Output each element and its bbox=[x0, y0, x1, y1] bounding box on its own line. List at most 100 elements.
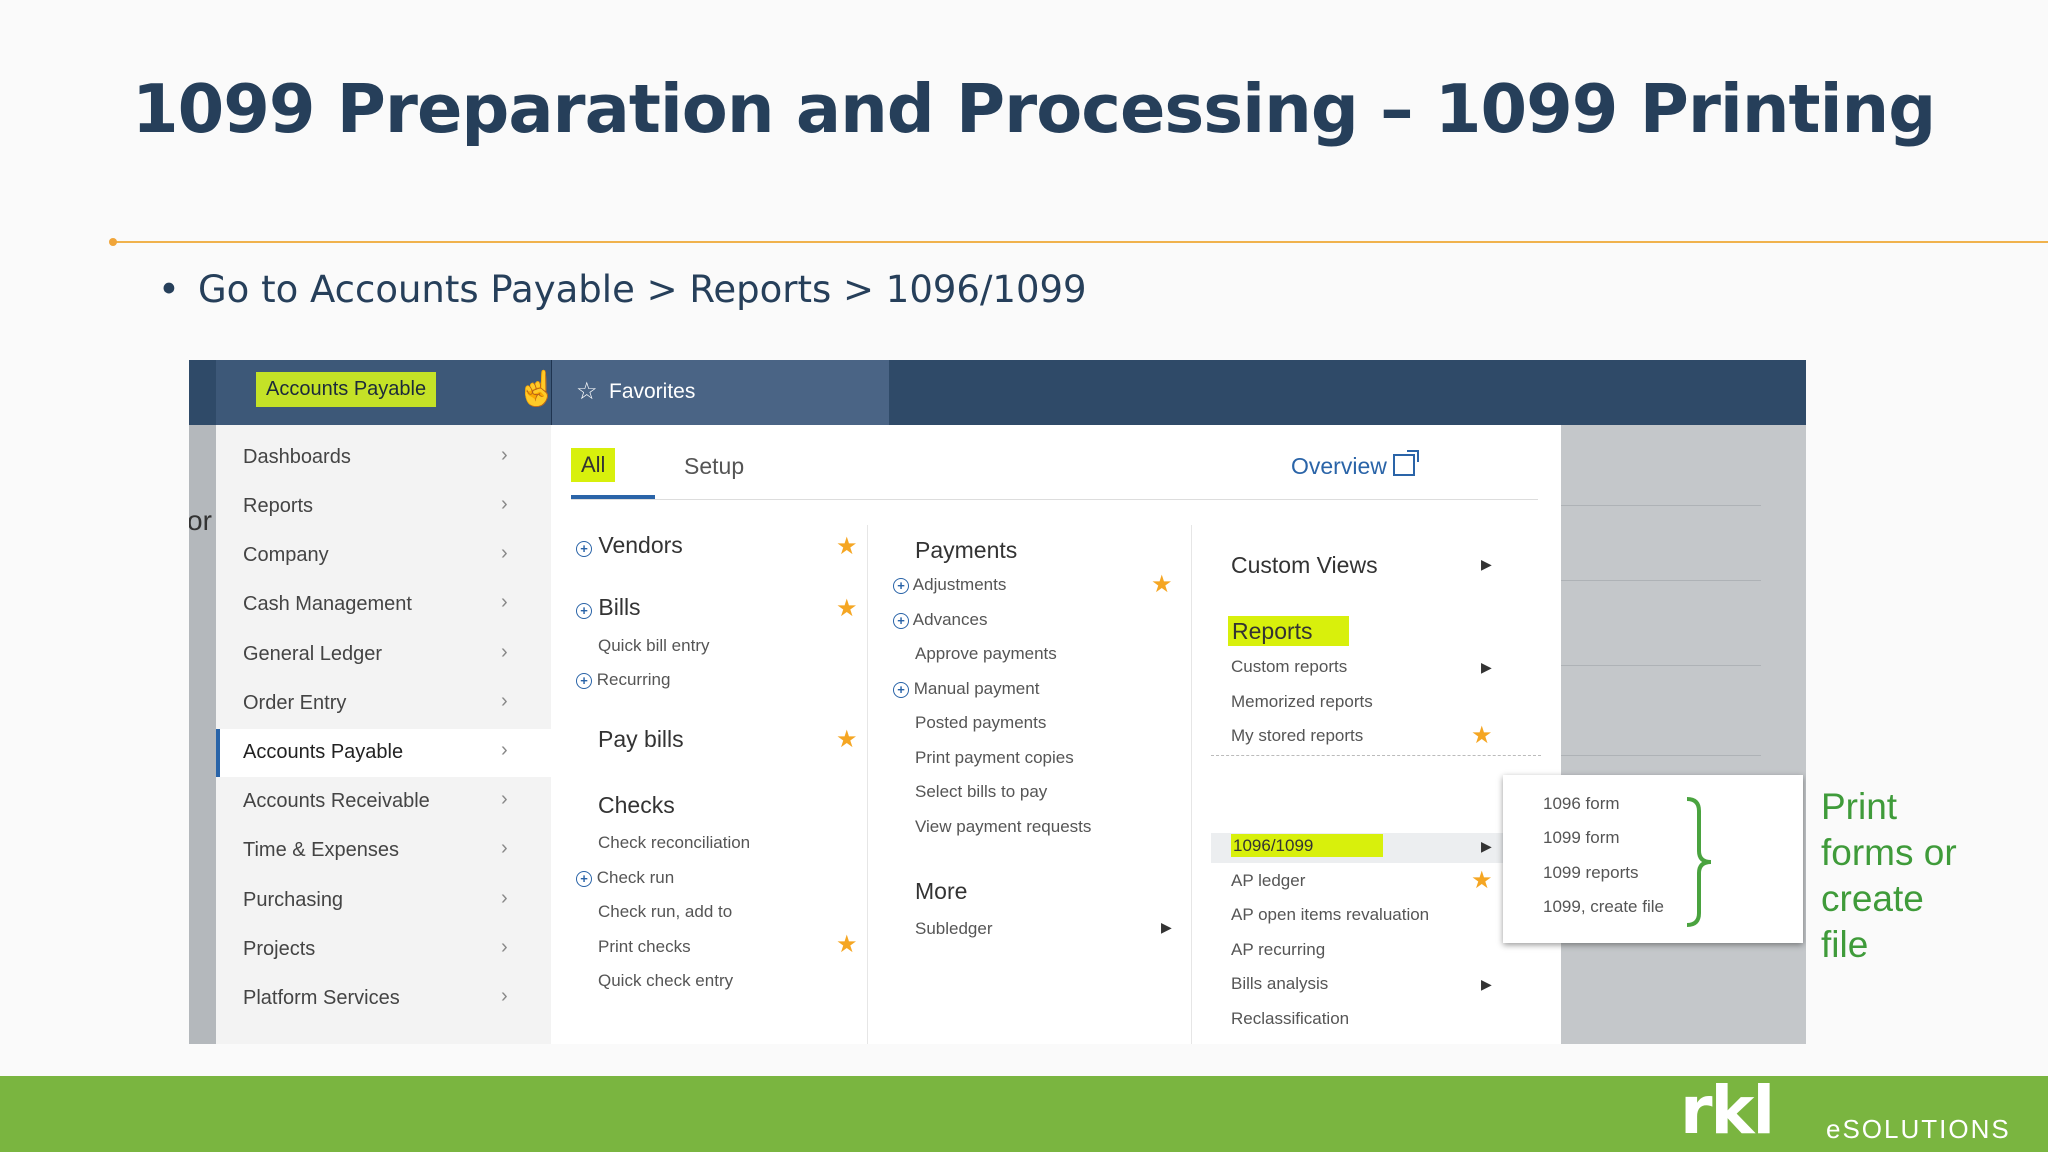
vendors-label: Vendors bbox=[598, 532, 683, 558]
memorized-reports-link[interactable]: Memorized reports bbox=[1231, 692, 1373, 712]
view-payment-requests-link[interactable]: View payment requests bbox=[915, 817, 1091, 837]
menu-item-purchasing[interactable]: Purchasing › bbox=[216, 877, 551, 925]
ap-ledger-link[interactable]: AP ledger bbox=[1231, 871, 1305, 891]
quick-bill-entry-link[interactable]: Quick bill entry bbox=[598, 636, 709, 656]
slide-title: 1099 Preparation and Processing – 1099 P… bbox=[132, 70, 1936, 148]
favorite-star-icon[interactable]: ★ bbox=[1151, 573, 1173, 597]
1099-create-file-link[interactable]: 1099, create file bbox=[1543, 897, 1664, 917]
posted-payments-link[interactable]: Posted payments bbox=[915, 713, 1046, 733]
more-heading: More bbox=[915, 878, 968, 904]
overview-label: Overview bbox=[1291, 453, 1387, 479]
chevron-right-icon: › bbox=[501, 936, 508, 958]
1096-form-link[interactable]: 1096 form bbox=[1543, 794, 1620, 814]
manual-payment-link[interactable]: + Manual payment bbox=[893, 679, 1039, 699]
menu-item-platform-services[interactable]: Platform Services › bbox=[216, 975, 551, 1023]
application-menu: Dashboards › Reports › Company › Cash Manag… bbox=[216, 425, 555, 1044]
chevron-right-icon: › bbox=[501, 837, 508, 859]
custom-reports-link[interactable]: Custom reports bbox=[1231, 657, 1347, 677]
menu-item-label: Company bbox=[243, 544, 329, 566]
menu-item-reports[interactable]: Reports › bbox=[216, 483, 551, 531]
tab-divider bbox=[571, 499, 1538, 500]
subledger-link[interactable]: Subledger bbox=[915, 919, 993, 939]
chevron-right-icon: › bbox=[501, 591, 508, 613]
payments-link[interactable]: Payments bbox=[915, 537, 1017, 564]
quick-check-entry-link[interactable]: Quick check entry bbox=[598, 971, 733, 991]
bills-link[interactable]: + Bills bbox=[576, 594, 641, 621]
ap-open-items-revaluation-link[interactable]: AP open items revaluation bbox=[1231, 905, 1429, 925]
pay-bills-link[interactable]: Pay bills bbox=[598, 726, 684, 753]
reclassification-link[interactable]: Reclassification bbox=[1231, 1009, 1349, 1029]
favorite-star-icon[interactable]: ★ bbox=[1471, 869, 1493, 893]
recurring-label: Recurring bbox=[596, 670, 671, 689]
menu-item-company[interactable]: Company › bbox=[216, 532, 551, 580]
menu-item-label: Dashboards bbox=[243, 446, 351, 468]
chevron-right-icon: › bbox=[501, 641, 508, 663]
advances-label: Advances bbox=[912, 610, 988, 629]
overview-link[interactable]: Overview bbox=[1291, 450, 1419, 480]
favorite-star-icon[interactable]: ★ bbox=[836, 933, 858, 957]
caret-right-icon: ▶ bbox=[1481, 838, 1492, 854]
1099-submenu: 1096 form 1099 form 1099 reports 1099, c… bbox=[1503, 775, 1803, 943]
instruction-bullet: • Go to Accounts Payable > Reports > 1096… bbox=[158, 268, 1087, 311]
1099-form-link[interactable]: 1099 form bbox=[1543, 828, 1620, 848]
menu-item-accounts-receivable[interactable]: Accounts Receivable › bbox=[216, 778, 551, 826]
print-checks-link[interactable]: Print checks bbox=[598, 937, 691, 957]
adjustments-link[interactable]: + Adjustments bbox=[893, 575, 1006, 595]
ap-recurring-link[interactable]: AP recurring bbox=[1231, 940, 1325, 960]
caret-right-icon: ▶ bbox=[1161, 919, 1172, 935]
menu-item-time-expenses[interactable]: Time & Expenses › bbox=[216, 827, 551, 875]
reports-label: Reports bbox=[1228, 616, 1349, 646]
checks-link[interactable]: Checks bbox=[598, 792, 675, 819]
check-run-link[interactable]: + Check run bbox=[576, 868, 674, 888]
print-payment-copies-link[interactable]: Print payment copies bbox=[915, 748, 1074, 768]
chevron-right-icon: › bbox=[501, 887, 508, 909]
favorite-star-icon[interactable]: ★ bbox=[836, 728, 858, 752]
menu-item-label: Reports bbox=[243, 495, 314, 517]
favorites-tab[interactable]: ☆ Favorites bbox=[551, 360, 889, 425]
menu-item-dashboards[interactable]: Dashboards › bbox=[216, 434, 551, 482]
favorite-star-icon[interactable]: ★ bbox=[1471, 724, 1493, 748]
approve-payments-link[interactable]: Approve payments bbox=[915, 644, 1057, 664]
plus-icon: + bbox=[576, 603, 592, 619]
favorite-star-icon[interactable]: ★ bbox=[836, 597, 858, 621]
module-label[interactable]: Accounts Payable bbox=[256, 372, 437, 407]
advances-link[interactable]: + Advances bbox=[893, 610, 987, 630]
1099-reports-link[interactable]: 1099 reports bbox=[1543, 863, 1638, 883]
reports-heading: Reports bbox=[1228, 616, 1349, 646]
menu-item-order-entry[interactable]: Order Entry › bbox=[216, 680, 551, 728]
menu-item-label: Accounts Receivable bbox=[243, 790, 430, 812]
tab-all[interactable]: All bbox=[571, 448, 616, 482]
menu-item-general-ledger[interactable]: General Ledger › bbox=[216, 631, 551, 679]
chevron-right-icon: › bbox=[501, 788, 508, 810]
annotation-line: file bbox=[1821, 924, 1869, 965]
tab-setup[interactable]: Setup bbox=[684, 453, 744, 480]
select-bills-to-pay-link[interactable]: Select bills to pay bbox=[915, 782, 1047, 802]
divider-dot bbox=[109, 238, 117, 246]
my-stored-reports-link[interactable]: My stored reports bbox=[1231, 726, 1363, 746]
custom-views-link[interactable]: Custom Views bbox=[1231, 552, 1378, 579]
background-divider bbox=[1561, 505, 1761, 506]
favorite-star-icon[interactable]: ★ bbox=[836, 535, 858, 559]
chevron-right-icon: › bbox=[501, 444, 508, 466]
1096-1099-link[interactable]: 1096/1099 bbox=[1231, 834, 1384, 857]
check-run-add-to-link[interactable]: Check run, add to bbox=[598, 902, 732, 922]
annotation-line: Print bbox=[1821, 786, 1898, 827]
menu-item-projects[interactable]: Projects › bbox=[216, 926, 551, 974]
plus-icon: + bbox=[893, 578, 909, 594]
menu-item-cash-management[interactable]: Cash Management › bbox=[216, 581, 551, 629]
bills-analysis-link[interactable]: Bills analysis bbox=[1231, 974, 1328, 994]
menu-item-label: Time & Expenses bbox=[243, 839, 399, 861]
title-divider bbox=[112, 241, 2048, 243]
vendors-link[interactable]: + Vendors bbox=[576, 532, 683, 559]
check-reconciliation-link[interactable]: Check reconciliation bbox=[598, 833, 750, 853]
recurring-link[interactable]: + Recurring bbox=[576, 670, 670, 690]
plus-icon: + bbox=[576, 673, 592, 689]
menu-item-accounts-payable[interactable]: Accounts Payable › bbox=[216, 729, 555, 777]
chevron-right-icon: › bbox=[501, 985, 508, 1007]
background-page-right: mplate bbox=[1561, 425, 1806, 1044]
section-dashed-divider bbox=[1211, 755, 1541, 756]
instruction-text: Go to Accounts Payable > Reports > 1096/… bbox=[198, 268, 1087, 311]
manual-payment-label: Manual payment bbox=[913, 679, 1040, 698]
background-text: or bbox=[189, 505, 212, 536]
plus-icon: + bbox=[576, 541, 592, 557]
